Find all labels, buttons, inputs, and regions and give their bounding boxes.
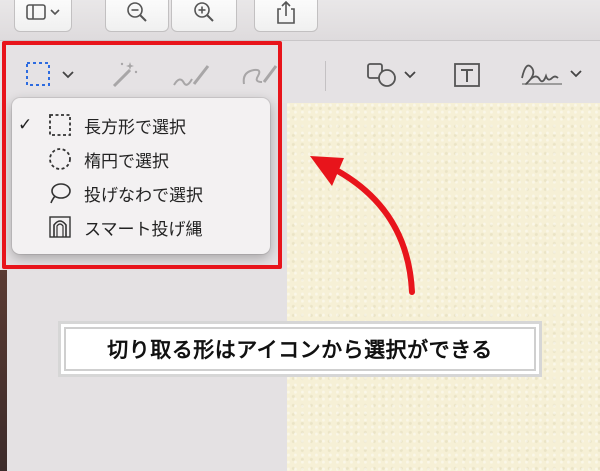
text-box-icon: [454, 63, 480, 87]
markup-toolbar: [0, 41, 600, 104]
chevron-down-icon: [404, 71, 416, 79]
rectangle-select-icon: [49, 114, 71, 136]
magic-wand-icon: [112, 62, 138, 88]
menu-item-label: スマート投げ縄: [84, 219, 203, 240]
draw-tool-button[interactable]: [240, 58, 280, 90]
zoom-out-button[interactable]: [105, 0, 169, 32]
share-icon: [277, 0, 295, 24]
signature-button[interactable]: [518, 58, 584, 90]
instant-alpha-button[interactable]: [108, 58, 140, 90]
share-button[interactable]: [254, 0, 318, 32]
sketch-pen-icon: [173, 65, 210, 86]
menu-item-label: 楕円で選択: [84, 151, 169, 172]
toolbar-divider: [325, 61, 326, 91]
shapes-icon: [367, 63, 396, 87]
smart-lasso-icon: [49, 216, 71, 238]
zoom-out-icon: [127, 2, 147, 22]
checkmark-icon: ✓: [18, 115, 33, 135]
rectangle-select-icon: [26, 62, 50, 86]
draw-pen-icon: [242, 65, 278, 85]
annotation-arrow-icon: [310, 156, 415, 295]
lasso-select-icon: [50, 183, 71, 204]
zoom-in-icon: [194, 2, 214, 22]
caption-box: 切り取る形はアイコンから選択ができる: [58, 321, 542, 377]
sketch-tool-button[interactable]: [172, 60, 212, 90]
selection-tool-button[interactable]: [24, 60, 76, 90]
chevron-down-icon: [62, 71, 74, 79]
selection-tool-menu: ✓ 長方形で選択 楕円で選択 投げなわで選択 スマート投げ縄: [12, 98, 270, 254]
ellipse-select-icon: [49, 148, 71, 170]
text-box-button[interactable]: [452, 60, 482, 90]
zoom-in-button[interactable]: [171, 0, 237, 32]
menu-item-elliptical-selection[interactable]: 楕円で選択: [12, 142, 270, 176]
signature-icon: [521, 64, 562, 85]
menu-item-smart-lasso[interactable]: スマート投げ縄: [12, 210, 270, 244]
menu-item-rectangular-selection[interactable]: ✓ 長方形で選択: [12, 108, 270, 142]
sidebar-toggle-button[interactable]: [14, 0, 72, 32]
thumbnail-edge: [0, 270, 7, 471]
shapes-button[interactable]: [366, 60, 418, 90]
chevron-down-icon: [570, 70, 582, 78]
sidebar-icon: [26, 4, 60, 20]
menu-item-lasso-selection[interactable]: 投げなわで選択: [12, 176, 270, 210]
caption-text: 切り取る形はアイコンから選択ができる: [64, 327, 536, 371]
window-toolbar: [0, 0, 600, 41]
menu-item-label: 投げなわで選択: [84, 185, 203, 206]
menu-item-label: 長方形で選択: [84, 117, 186, 138]
